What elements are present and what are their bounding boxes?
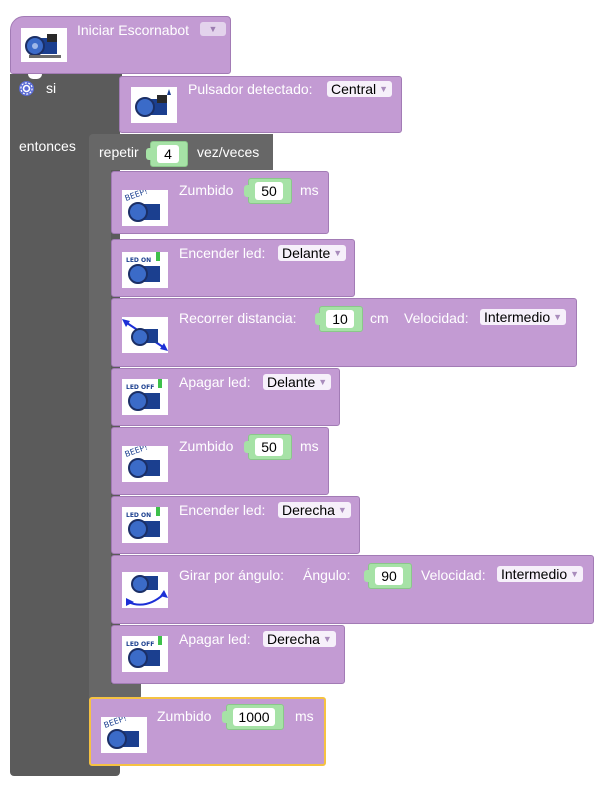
gear-icon[interactable] — [19, 81, 34, 96]
led-off-label: Apagar led: — [179, 374, 251, 390]
start-block-dropdown[interactable]: ▼ — [200, 22, 226, 36]
led-off-icon-text: LED OFF — [126, 384, 154, 391]
beep-label: Zumbido — [157, 708, 212, 724]
dropdown-arrow-icon: ▼ — [318, 377, 328, 387]
distance-unit: cm — [370, 310, 389, 326]
move-speed-value: Intermedio — [484, 309, 551, 325]
led-on-select[interactable]: Delante ▼ — [278, 245, 347, 261]
led-on-icon-text: LED ON — [126, 257, 151, 264]
led-on-select[interactable]: Derecha ▼ — [278, 502, 351, 518]
beep-block[interactable]: BEEP! Zumbido 50 ms — [111, 427, 329, 495]
beep-robot-icon: BEEP! — [101, 713, 147, 753]
move-speed-select[interactable]: Intermedio ▼ — [480, 309, 567, 325]
angle-input[interactable]: 90 — [364, 563, 412, 589]
repeat-count-input[interactable]: 4 — [146, 141, 188, 167]
beep-robot-icon: BEEP! — [122, 442, 168, 482]
dropdown-arrow-icon: ▼ — [208, 24, 218, 34]
turn-speed-value: Intermedio — [501, 566, 568, 582]
beep-unit: ms — [295, 708, 314, 724]
beep-label: Zumbido — [179, 438, 234, 454]
led-off-select[interactable]: Delante ▼ — [263, 374, 332, 390]
button-select-value: Central — [331, 81, 377, 97]
led-on-icon-text: LED ON — [126, 512, 151, 519]
led-off-select[interactable]: Derecha ▼ — [263, 631, 336, 647]
dropdown-arrow-icon: ▼ — [379, 84, 389, 94]
led-on-robot-icon: LED ON — [122, 507, 168, 543]
beep-duration-input[interactable]: 50 — [244, 178, 292, 204]
button-select[interactable]: Central ▼ — [327, 81, 393, 97]
turn-robot-icon — [122, 572, 168, 608]
led-off-block[interactable]: LED OFF Apagar led: Derecha ▼ — [111, 625, 345, 684]
speed-label: Velocidad: — [404, 310, 469, 326]
move-robot-icon — [122, 317, 168, 353]
final-beep-block[interactable]: BEEP! Zumbido 1000 ms — [89, 697, 326, 766]
speed-label: Velocidad: — [421, 567, 486, 583]
beep-unit: ms — [300, 438, 319, 454]
condition-label: Pulsador detectado: — [188, 81, 313, 97]
beep-duration-input[interactable]: 1000 — [222, 704, 284, 730]
beep-icon-text: BEEP! — [124, 190, 149, 203]
beep-icon-text: BEEP! — [124, 446, 149, 459]
beep-icon-text: BEEP! — [103, 717, 128, 730]
turn-angle-block[interactable]: Girar por ángulo: Ángulo: 90 Velocidad: … — [111, 555, 594, 624]
beep-unit: ms — [300, 182, 319, 198]
beep-duration-value[interactable]: 50 — [255, 438, 283, 456]
start-block-title: Iniciar Escornabot — [77, 22, 190, 38]
repeat-suffix: vez/veces — [197, 144, 260, 160]
led-off-robot-icon: LED OFF — [122, 636, 168, 672]
beep-duration-value[interactable]: 50 — [255, 182, 283, 200]
angle-label: Ángulo: — [303, 567, 351, 583]
angle-value[interactable]: 90 — [375, 567, 403, 585]
led-on-block[interactable]: LED ON Encender led: Derecha ▼ — [111, 496, 360, 554]
led-on-label: Encender led: — [179, 502, 266, 518]
repeat-count-value[interactable]: 4 — [157, 145, 179, 163]
led-on-select-value: Delante — [282, 245, 331, 261]
repeat-block-arm — [89, 170, 111, 700]
then-label: entonces — [19, 138, 76, 154]
beep-robot-icon: BEEP! — [122, 186, 168, 226]
led-on-select-value: Derecha — [282, 502, 335, 518]
move-distance-block[interactable]: Recorrer distancia: 10 cm Velocidad: Int… — [111, 298, 577, 367]
dropdown-arrow-icon: ▼ — [337, 505, 347, 515]
led-off-icon-text: LED OFF — [126, 641, 154, 648]
dropdown-arrow-icon: ▼ — [333, 248, 343, 258]
if-label: si — [46, 80, 57, 96]
distance-input[interactable]: 10 — [315, 306, 363, 332]
button-detected-block[interactable]: Pulsador detectado: Central ▼ — [119, 76, 402, 133]
distance-value[interactable]: 10 — [326, 310, 354, 328]
led-off-label: Apagar led: — [179, 631, 251, 647]
led-off-robot-icon: LED OFF — [122, 379, 168, 415]
led-off-select-value: Derecha — [267, 631, 320, 647]
dropdown-arrow-icon: ▼ — [553, 312, 563, 322]
beep-duration-value[interactable]: 1000 — [233, 708, 275, 726]
move-label: Recorrer distancia: — [179, 310, 297, 326]
led-on-block[interactable]: LED ON Encender led: Delante ▼ — [111, 239, 355, 297]
beep-block[interactable]: BEEP! Zumbido 50 ms — [111, 171, 329, 234]
dropdown-arrow-icon: ▼ — [322, 634, 332, 644]
led-off-select-value: Delante — [267, 374, 316, 390]
led-off-block[interactable]: LED OFF Apagar led: Delante ▼ — [111, 368, 340, 426]
start-hat-block[interactable]: Iniciar Escornabot ▼ — [10, 16, 231, 74]
beep-duration-input[interactable]: 50 — [244, 434, 292, 460]
escornabot-icon — [21, 28, 67, 62]
turn-speed-select[interactable]: Intermedio ▼ — [497, 566, 584, 582]
beep-label: Zumbido — [179, 182, 234, 198]
led-on-label: Encender led: — [179, 245, 266, 261]
repeat-label: repetir — [99, 144, 139, 160]
turn-label: Girar por ángulo: — [179, 567, 285, 583]
button-robot-icon — [131, 87, 177, 123]
dropdown-arrow-icon: ▼ — [570, 569, 580, 579]
led-on-robot-icon: LED ON — [122, 252, 168, 288]
